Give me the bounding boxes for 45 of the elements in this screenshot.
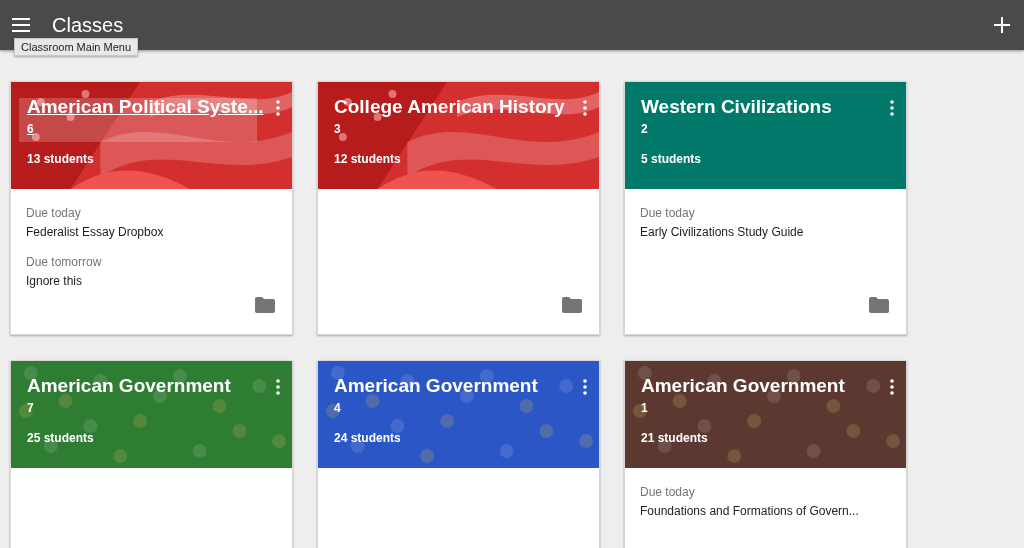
class-name-link[interactable]: American Government [641,375,845,397]
more-options-icon[interactable] [890,100,894,116]
class-section: 7 [27,401,34,415]
assignment-link[interactable]: Early Civilizations Study Guide [640,225,891,239]
class-card[interactable]: American Government 4 24 students [317,360,600,548]
class-card[interactable]: American Government 7 25 students [10,360,293,548]
more-options-icon[interactable] [276,100,280,116]
class-name-link[interactable]: American Government [27,375,231,397]
class-section: 2 [641,122,648,136]
class-card[interactable]: College American History 3 12 students [317,81,600,335]
class-card[interactable]: American Political Syste... 6 13 students Due today Federalist Essay Dropbox Due tomorrow Ignore this [10,81,293,335]
due-label: Due today [26,206,82,220]
more-options-icon[interactable] [890,379,894,395]
due-label: Due today [640,485,696,499]
class-section: 6 [27,122,34,136]
folder-icon[interactable] [255,297,275,313]
more-options-icon[interactable] [583,100,587,116]
student-count: 21 students [641,431,708,445]
student-count: 12 students [334,152,401,166]
assignment-link[interactable]: Federalist Essay Dropbox [26,225,277,239]
more-options-icon[interactable] [583,379,587,395]
add-icon[interactable] [994,17,1010,33]
assignment-link[interactable]: Ignore this [26,274,277,288]
class-section: 4 [334,401,341,415]
student-count: 25 students [27,431,94,445]
class-section: 1 [641,401,648,415]
class-name-link[interactable]: American Government [334,375,538,397]
folder-icon[interactable] [562,297,582,313]
class-name-link[interactable]: American Political Syste... [27,96,264,118]
more-options-icon[interactable] [276,379,280,395]
tooltip: Classroom Main Menu [14,38,139,56]
class-name-link[interactable]: Western Civilizations [641,96,832,118]
due-label: Due today [640,206,696,220]
class-section: 3 [334,122,341,136]
page-title: Classes [52,13,125,37]
folder-icon[interactable] [869,297,889,313]
due-label: Due tomorrow [26,255,103,269]
class-card[interactable]: American Government 1 21 students Due today Foundations and Formations of Govern... [624,360,907,548]
student-count: 13 students [27,152,94,166]
menu-icon[interactable] [12,17,32,33]
assignment-link[interactable]: Foundations and Formations of Govern... [640,504,891,518]
student-count: 5 students [641,152,701,166]
class-name-link[interactable]: College American History [334,96,565,118]
student-count: 24 students [334,431,401,445]
class-card[interactable]: Western Civilizations 2 5 students Due today Early Civilizations Study Guide [624,81,907,335]
